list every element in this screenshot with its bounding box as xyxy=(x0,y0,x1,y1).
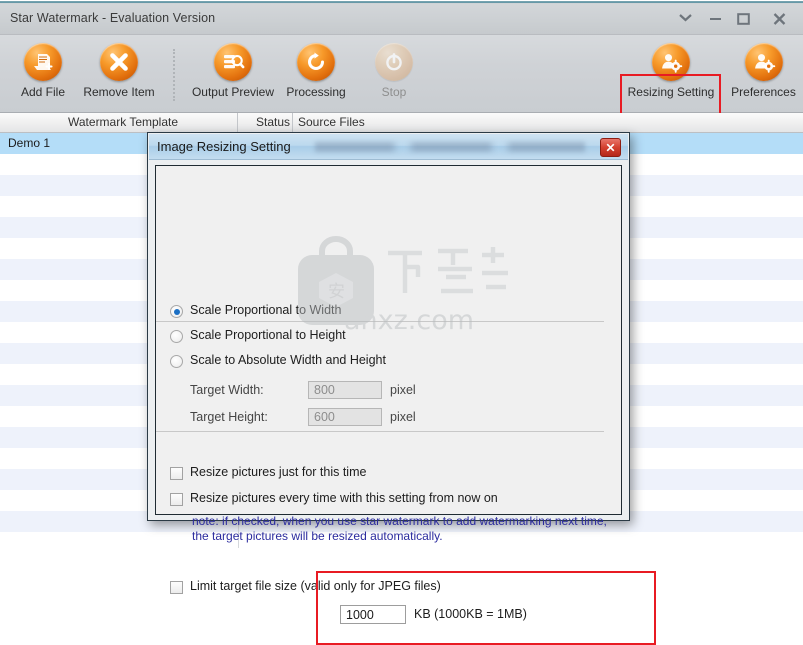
toolbar-label-processing: Processing xyxy=(286,85,346,99)
radio-indicator xyxy=(170,305,183,318)
remove-item-icon xyxy=(100,43,138,81)
radio-label: Scale Proportional to Width xyxy=(190,303,342,317)
limit-size-input[interactable]: 1000 xyxy=(340,605,406,624)
list-column-header: Watermark Template Status Source Files xyxy=(0,113,803,133)
toolbar-label-output-preview: Output Preview xyxy=(191,85,275,99)
toolbar-label-preferences: Preferences xyxy=(731,85,796,99)
chevron-down-icon xyxy=(678,14,692,22)
target-width-unit: pixel xyxy=(390,383,416,397)
toolbar-button-remove-item[interactable]: Remove Item xyxy=(77,41,161,107)
checkbox-indicator xyxy=(170,467,183,480)
column-divider-1[interactable] xyxy=(237,113,238,132)
window-title: Star Watermark - Evaluation Version xyxy=(10,11,216,25)
toolbar-button-processing[interactable]: Processing xyxy=(281,41,351,107)
target-height-unit: pixel xyxy=(390,410,416,424)
close-icon xyxy=(606,143,615,152)
toolbar-separator xyxy=(173,49,175,101)
target-width-input[interactable]: 800 xyxy=(308,381,382,399)
checkbox-label: Resize pictures every time with this set… xyxy=(190,491,498,505)
column-divider-2[interactable] xyxy=(292,113,293,132)
checkbox-label: Resize pictures just for this time xyxy=(190,465,367,479)
output-preview-icon xyxy=(214,43,252,81)
radio-indicator xyxy=(170,355,183,368)
resize-note-text: note: if checked, when you use star wate… xyxy=(192,514,607,543)
dialog-title-bar: Image Resizing Setting xyxy=(149,134,628,160)
toolbar-label-resizing-setting: Resizing Setting xyxy=(627,85,715,99)
column-header-watermark-template[interactable]: Watermark Template xyxy=(68,115,178,129)
title-bar: Star Watermark - Evaluation Version xyxy=(0,4,803,35)
limit-size-unit-label: KB (1000KB = 1MB) xyxy=(414,607,527,621)
dialog-title: Image Resizing Setting xyxy=(157,139,291,154)
toolbar-button-add-file[interactable]: Add File xyxy=(14,41,72,107)
target-height-label: Target Height: xyxy=(190,410,268,424)
checkbox-indicator xyxy=(170,581,183,594)
column-header-source-files[interactable]: Source Files xyxy=(298,115,365,129)
checkbox-indicator xyxy=(170,493,183,506)
add-file-icon xyxy=(24,43,62,81)
toolbar-button-stop[interactable]: Stop xyxy=(365,41,423,107)
titlebar-dropdown-button[interactable] xyxy=(673,8,697,30)
application-window: Star Watermark - Evaluation Version Add … xyxy=(0,0,803,645)
dialog-separator-1 xyxy=(156,321,604,322)
toolbar-label-stop: Stop xyxy=(381,85,407,99)
resizing-setting-icon xyxy=(652,43,690,81)
radio-label: Scale Proportional to Height xyxy=(190,328,346,342)
titlebar-minimize-button[interactable] xyxy=(703,8,727,30)
preferences-icon xyxy=(744,43,783,81)
checkbox-label: Limit target file size (valid only for J… xyxy=(190,579,441,593)
radio-label: Scale to Absolute Width and Height xyxy=(190,353,386,367)
target-height-input[interactable]: 600 xyxy=(308,408,382,426)
toolbar-label-remove-item: Remove Item xyxy=(83,85,155,99)
row-template-name: Demo 1 xyxy=(8,136,51,150)
dialog-close-button[interactable] xyxy=(600,138,621,157)
toolbar-button-resizing-setting[interactable]: Resizing Setting xyxy=(627,41,715,107)
column-header-status[interactable]: Status xyxy=(256,115,290,129)
main-toolbar: Add File Remove Item Output Preview Proc… xyxy=(0,35,803,146)
toolbar-label-add-file: Add File xyxy=(20,85,66,99)
image-resizing-setting-dialog: Image Resizing Setting Scale Proportiona… xyxy=(147,132,656,645)
target-width-label: Target Width: xyxy=(190,383,264,397)
titlebar-maximize-button[interactable] xyxy=(731,8,755,30)
minimize-icon xyxy=(709,18,721,20)
toolbar-button-output-preview[interactable]: Output Preview xyxy=(188,41,278,107)
toolbar-button-preferences[interactable]: Preferences xyxy=(727,41,800,107)
titlebar-close-button[interactable] xyxy=(767,8,791,30)
stop-icon xyxy=(375,43,413,81)
processing-icon xyxy=(297,43,335,81)
close-icon xyxy=(773,13,785,25)
radio-indicator xyxy=(170,330,183,343)
dialog-separator-2 xyxy=(156,431,604,432)
maximize-icon xyxy=(736,13,750,25)
dialog-title-blurred-path xyxy=(315,142,585,152)
